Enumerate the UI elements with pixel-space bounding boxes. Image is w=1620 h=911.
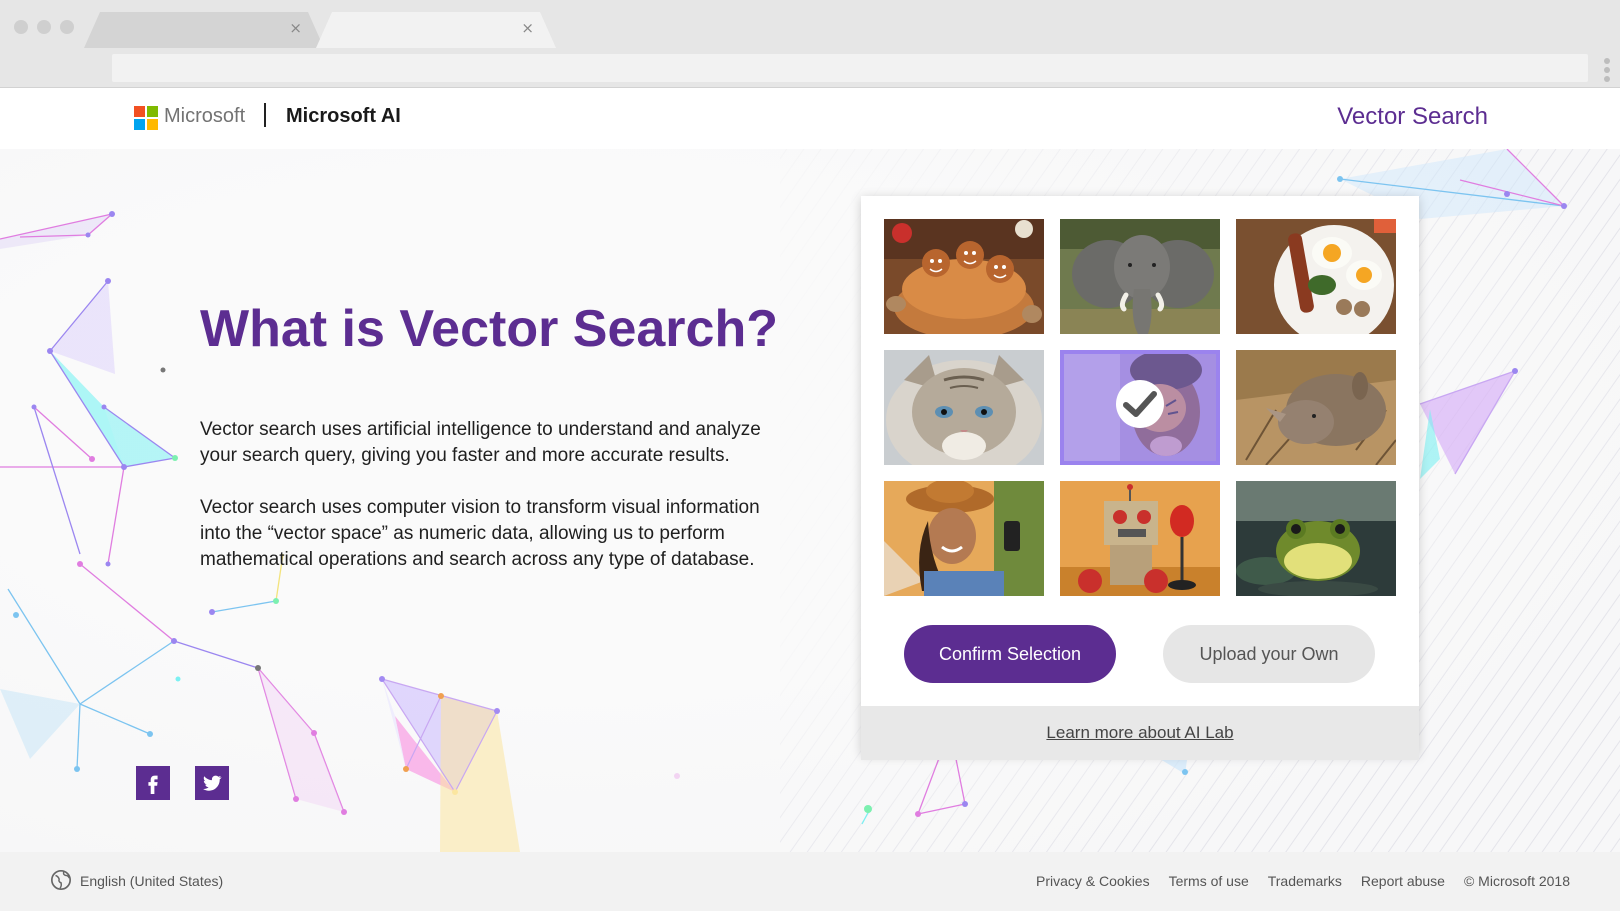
browser-chrome: × ×: [0, 0, 1620, 88]
site-header: Microsoft Microsoft AI Vector Search: [0, 89, 1620, 149]
facebook-icon[interactable]: [136, 766, 170, 800]
image-tile-robot[interactable]: [1060, 481, 1220, 596]
rhino-image: [1236, 350, 1396, 465]
browser-menu-icon[interactable]: [1604, 58, 1610, 82]
gingerbread-image: [884, 219, 1044, 334]
browser-tab-1[interactable]: ×: [84, 12, 324, 48]
image-tile-frog[interactable]: [1236, 481, 1396, 596]
image-tile-cat[interactable]: [884, 350, 1044, 465]
minimize-window-dot[interactable]: [37, 20, 51, 34]
maximize-window-dot[interactable]: [60, 20, 74, 34]
check-icon: [1116, 380, 1164, 428]
upload-your-own-button[interactable]: Upload your Own: [1163, 625, 1375, 683]
intro-paragraph-2: Vector search uses computer vision to tr…: [200, 497, 760, 570]
page-title: What is Vector Search?: [200, 300, 778, 358]
terms-link[interactable]: Terms of use: [1169, 873, 1249, 889]
woman-phone-image: [884, 481, 1044, 596]
elephant-image: [1060, 219, 1220, 334]
learn-more-link[interactable]: Learn more about AI Lab: [1046, 723, 1233, 743]
privacy-link[interactable]: Privacy & Cookies: [1036, 873, 1150, 889]
confirm-selection-button[interactable]: Confirm Selection: [904, 625, 1116, 683]
close-window-dot[interactable]: [14, 20, 28, 34]
locale-selector[interactable]: English (United States): [80, 873, 223, 889]
cat-image: [884, 350, 1044, 465]
product-title[interactable]: Vector Search: [1337, 103, 1488, 131]
microsoft-wordmark[interactable]: Microsoft: [164, 105, 245, 128]
report-abuse-link[interactable]: Report abuse: [1361, 873, 1445, 889]
microsoft-logo-icon[interactable]: [134, 106, 158, 130]
robot-image: [1060, 481, 1220, 596]
window-controls: [14, 20, 74, 34]
twitter-icon[interactable]: [195, 766, 229, 800]
image-picker-card: Confirm Selection Upload your Own Learn …: [861, 196, 1419, 760]
image-tile-woman-phone[interactable]: [884, 481, 1044, 596]
footer-links: Privacy & Cookies Terms of use Trademark…: [1036, 873, 1570, 889]
intro-paragraph-1: Vector search uses artificial intelligen…: [200, 419, 761, 466]
browser-tab-2[interactable]: ×: [316, 12, 556, 48]
close-tab-icon[interactable]: ×: [289, 19, 302, 37]
image-grid: [884, 219, 1396, 596]
trademarks-link[interactable]: Trademarks: [1268, 873, 1342, 889]
frog-image: [1236, 481, 1396, 596]
image-tile-gingerbread[interactable]: [884, 219, 1044, 334]
header-divider: [264, 103, 266, 127]
image-tile-elephant[interactable]: [1060, 219, 1220, 334]
image-tile-breakfast[interactable]: [1236, 219, 1396, 334]
card-footer: Learn more about AI Lab: [861, 706, 1419, 760]
brand-link[interactable]: Microsoft AI: [286, 105, 401, 128]
hero-section: What is Vector Search? Vector search use…: [0, 149, 1620, 852]
page-footer: English (United States) Privacy & Cookie…: [0, 852, 1620, 911]
tab-shape: [316, 12, 556, 48]
tab-shape: [84, 12, 324, 48]
address-bar[interactable]: [112, 54, 1588, 82]
globe-icon[interactable]: [50, 869, 72, 891]
copyright-text: © Microsoft 2018: [1463, 873, 1570, 889]
breakfast-image: [1236, 219, 1396, 334]
close-tab-icon[interactable]: ×: [521, 19, 534, 37]
image-tile-face-paint[interactable]: [1060, 350, 1220, 465]
image-tile-rhino[interactable]: [1236, 350, 1396, 465]
